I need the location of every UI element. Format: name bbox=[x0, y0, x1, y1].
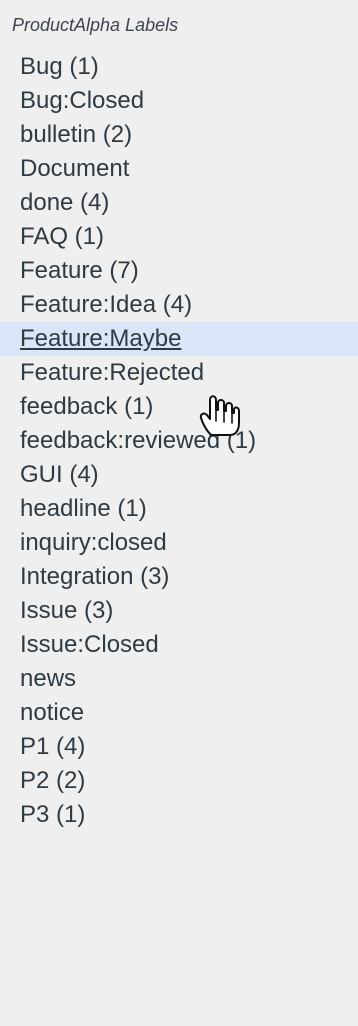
label-text: Feature (7) bbox=[20, 257, 139, 284]
label-item-headline[interactable]: headline (1) bbox=[0, 492, 358, 526]
label-item-bug-closed[interactable]: Bug:Closed bbox=[0, 84, 358, 118]
label-item-integration[interactable]: Integration (3) bbox=[0, 560, 358, 594]
label-item-done[interactable]: done (4) bbox=[0, 186, 358, 220]
label-item-p2[interactable]: P2 (2) bbox=[0, 764, 358, 798]
label-list: Bug (1) Bug:Closed bulletin (2) Document… bbox=[0, 50, 358, 832]
label-item-inquiry-closed[interactable]: inquiry:closed bbox=[0, 526, 358, 560]
label-item-p1[interactable]: P1 (4) bbox=[0, 730, 358, 764]
label-text: notice bbox=[20, 699, 85, 726]
label-text: headline (1) bbox=[20, 495, 147, 522]
label-text: P1 (4) bbox=[20, 733, 86, 760]
label-text: GUI (4) bbox=[20, 461, 99, 488]
label-text: Issue (3) bbox=[20, 597, 114, 624]
label-item-feature-rejected[interactable]: Feature:Rejected bbox=[0, 356, 358, 390]
label-item-news[interactable]: news bbox=[0, 662, 358, 696]
label-text: feedback (1) bbox=[20, 393, 154, 420]
label-item-feature-idea[interactable]: Feature:Idea (4) bbox=[0, 288, 358, 322]
label-text: bulletin (2) bbox=[20, 121, 133, 148]
label-item-feedback[interactable]: feedback (1) bbox=[0, 390, 358, 424]
label-text: Issue:Closed bbox=[20, 631, 159, 658]
label-text: P2 (2) bbox=[20, 767, 86, 794]
label-item-notice[interactable]: notice bbox=[0, 696, 358, 730]
label-text: Integration (3) bbox=[20, 563, 170, 590]
label-item-feature-maybe[interactable]: Feature:Maybe bbox=[0, 322, 358, 356]
label-item-document[interactable]: Document bbox=[0, 152, 358, 186]
label-text: Feature:Rejected bbox=[20, 359, 205, 386]
label-text: news bbox=[20, 665, 77, 692]
label-text: inquiry:closed bbox=[20, 529, 167, 556]
label-item-faq[interactable]: FAQ (1) bbox=[0, 220, 358, 254]
label-text: FAQ (1) bbox=[20, 223, 105, 250]
label-item-gui[interactable]: GUI (4) bbox=[0, 458, 358, 492]
label-text: Document bbox=[20, 155, 130, 182]
label-text: Feature:Maybe bbox=[20, 325, 182, 352]
label-item-bulletin[interactable]: bulletin (2) bbox=[0, 118, 358, 152]
label-text: done (4) bbox=[20, 189, 110, 216]
label-item-issue[interactable]: Issue (3) bbox=[0, 594, 358, 628]
panel-title: ProductAlpha Labels bbox=[12, 15, 179, 35]
label-text: P3 (1) bbox=[20, 801, 86, 828]
label-text: feedback:reviewed (1) bbox=[20, 427, 257, 454]
label-item-bug[interactable]: Bug (1) bbox=[0, 50, 358, 84]
label-item-p3[interactable]: P3 (1) bbox=[0, 798, 358, 832]
label-text: Bug (1) bbox=[20, 53, 99, 80]
label-item-feedback-reviewed[interactable]: feedback:reviewed (1) bbox=[0, 424, 358, 458]
labels-panel: ProductAlpha Labels Bug (1) Bug:Closed b… bbox=[0, 0, 358, 1026]
label-text: Feature:Idea (4) bbox=[20, 291, 193, 318]
label-item-feature[interactable]: Feature (7) bbox=[0, 254, 358, 288]
label-text: Bug:Closed bbox=[20, 87, 145, 114]
label-item-issue-closed[interactable]: Issue:Closed bbox=[0, 628, 358, 662]
